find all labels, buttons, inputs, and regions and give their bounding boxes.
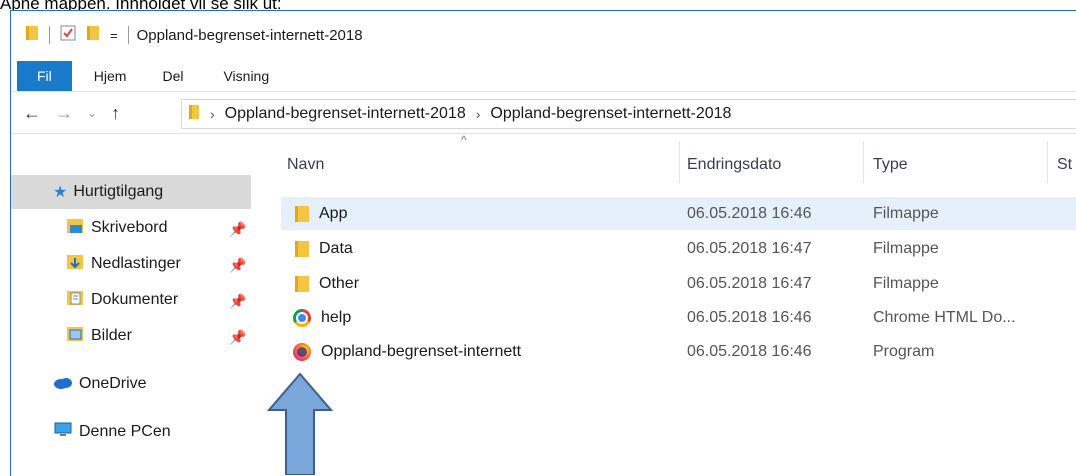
separator <box>127 26 129 44</box>
annotation-up-arrow <box>266 372 334 475</box>
file-name: Other <box>319 274 360 292</box>
firefox-icon <box>293 342 311 361</box>
file-modified: 06.05.2018 16:47 <box>687 239 812 257</box>
column-header-type[interactable]: Type <box>873 147 908 183</box>
file-type: Program <box>873 342 935 360</box>
address-bar[interactable]: › Oppland-begrenset-internett-2018 › Opp… <box>181 99 1076 129</box>
tab-file[interactable]: Fil <box>17 61 72 91</box>
column-divider[interactable] <box>679 141 680 183</box>
sidebar-item-label: Hurtigtilgang <box>73 183 164 200</box>
separator <box>49 26 50 44</box>
file-modified: 06.05.2018 16:46 <box>687 204 812 222</box>
file-type: Filmappe <box>873 274 939 292</box>
quick-access-dropdown[interactable]: = <box>110 28 118 43</box>
file-modified: 06.05.2018 16:46 <box>687 308 812 326</box>
computer-icon <box>53 422 73 443</box>
navigation-buttons: ← → ⌄ ↑ <box>23 103 120 124</box>
tab-share[interactable]: Del <box>144 61 201 91</box>
sidebar-item-this-pc[interactable]: Denne PCen <box>53 415 171 449</box>
folder-icon <box>25 24 39 47</box>
file-list: ^ Navn Endringsdato Type St App 06.05.20… <box>281 133 1076 476</box>
file-type: Filmappe <box>873 239 939 257</box>
table-row[interactable]: App 06.05.2018 16:46 Filmappe <box>281 197 1076 230</box>
sort-ascending-icon: ^ <box>461 133 467 147</box>
file-type: Filmappe <box>873 204 939 222</box>
chevron-down-icon[interactable]: ⌄ <box>87 106 97 120</box>
table-row[interactable]: Data 06.05.2018 16:47 Filmappe <box>281 232 1076 265</box>
sidebar-item-label: Dokumenter <box>91 291 179 308</box>
column-divider[interactable] <box>863 141 864 183</box>
tab-home[interactable]: Hjem <box>72 61 145 91</box>
pin-icon[interactable]: 📌 <box>229 221 246 238</box>
new-folder-icon[interactable] <box>86 24 100 47</box>
sidebar-item-pictures[interactable]: Bilder <box>67 319 132 353</box>
explorer-window: = Oppland-begrenset-internett-2018 Fil H… <box>10 10 1076 476</box>
folder-icon <box>188 103 200 126</box>
downloads-folder-icon <box>67 254 83 275</box>
file-modified: 06.05.2018 16:46 <box>687 342 812 360</box>
folder-icon <box>295 240 309 257</box>
navigation-pane: ★ Hurtigtilgang Skrivebord 📌 Nedlastinge… <box>11 135 251 476</box>
star-icon: ★ <box>53 184 68 201</box>
sidebar-item-quick-access[interactable]: ★ Hurtigtilgang <box>11 175 251 209</box>
table-row[interactable]: help 06.05.2018 16:46 Chrome HTML Do... <box>281 301 1076 334</box>
chrome-icon <box>293 308 311 327</box>
folder-icon <box>295 205 309 222</box>
file-name: Data <box>319 239 353 257</box>
ribbon-tabs: Fil Hjem Del Visning <box>11 61 1076 92</box>
address-bar-row: ← → ⌄ ↑ › Oppland-begrenset-internett-20… <box>11 93 1076 134</box>
file-type: Chrome HTML Do... <box>873 308 1016 326</box>
title-bar: = Oppland-begrenset-internett-2018 <box>11 11 1076 59</box>
tab-view[interactable]: Visning <box>201 61 287 91</box>
table-row[interactable]: Oppland-begrenset-internett 06.05.2018 1… <box>281 335 1076 368</box>
column-header-row: ^ Navn Endringsdato Type St <box>281 133 1076 183</box>
sidebar-item-onedrive[interactable]: OneDrive <box>53 367 147 401</box>
column-header-size[interactable]: St <box>1057 147 1072 183</box>
quick-access-toolbar: = <box>25 24 129 47</box>
properties-check-icon[interactable] <box>60 25 76 46</box>
breadcrumb-item[interactable]: Oppland-begrenset-internett-2018 <box>225 105 466 123</box>
pin-icon[interactable]: 📌 <box>229 257 246 274</box>
sidebar-item-label: Bilder <box>91 327 132 344</box>
pin-icon[interactable]: 📌 <box>229 293 246 310</box>
pin-icon[interactable]: 📌 <box>229 329 246 346</box>
column-header-modified[interactable]: Endringsdato <box>687 147 781 183</box>
window-title: Oppland-begrenset-internett-2018 <box>136 26 363 44</box>
sidebar-item-downloads[interactable]: Nedlastinger <box>67 247 181 281</box>
file-name: Oppland-begrenset-internett <box>321 342 522 360</box>
desktop-folder-icon <box>67 218 83 239</box>
file-name: App <box>319 204 348 222</box>
chevron-right-icon[interactable]: › <box>476 106 481 122</box>
file-modified: 06.05.2018 16:47 <box>687 274 812 292</box>
pictures-folder-icon <box>67 326 83 347</box>
chevron-right-icon[interactable]: › <box>210 106 215 122</box>
table-row[interactable]: Other 06.05.2018 16:47 Filmappe <box>281 267 1076 300</box>
back-arrow-icon[interactable]: ← <box>23 103 41 124</box>
breadcrumb-item[interactable]: Oppland-begrenset-internett-2018 <box>490 105 731 123</box>
column-header-name[interactable]: Navn <box>287 147 324 183</box>
folder-icon <box>295 275 309 292</box>
sidebar-item-documents[interactable]: Dokumenter <box>67 283 178 317</box>
file-name: help <box>321 308 352 326</box>
forward-arrow-icon[interactable]: → <box>55 103 73 124</box>
cloud-icon <box>53 375 73 394</box>
sidebar-item-label: OneDrive <box>79 375 147 392</box>
sidebar-item-label: Nedlastinger <box>91 255 181 272</box>
up-arrow-icon[interactable]: ↑ <box>111 103 120 124</box>
sidebar-item-desktop[interactable]: Skrivebord <box>67 211 167 245</box>
sidebar-item-label: Denne PCen <box>79 423 171 440</box>
documents-folder-icon <box>67 290 83 311</box>
column-divider[interactable] <box>1047 141 1048 183</box>
sidebar-item-label: Skrivebord <box>91 219 168 236</box>
